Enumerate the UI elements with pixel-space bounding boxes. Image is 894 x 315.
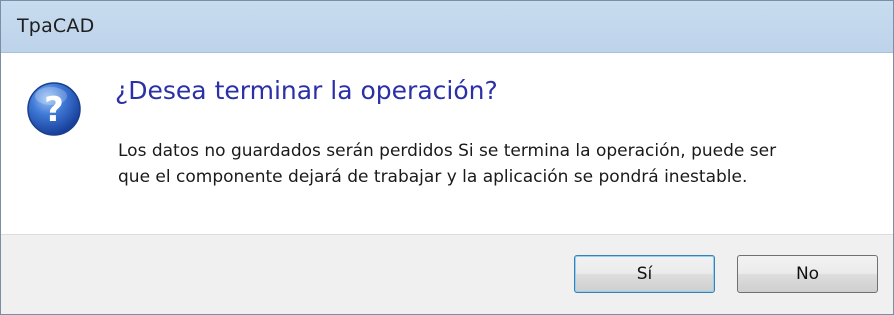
window-title: TpaCAD xyxy=(17,15,95,37)
button-bar: Sí No xyxy=(1,234,893,314)
no-button[interactable]: No xyxy=(737,255,878,293)
message-line: que el componente dejará de trabajar y l… xyxy=(118,167,748,187)
message-dialog: TpaCAD ? ¿Desea terminar la operación? L… xyxy=(0,0,894,315)
question-icon: ? xyxy=(27,82,81,136)
dialog-message: Los datos no guardados serán perdidos Si… xyxy=(118,138,878,190)
main-instruction: ¿Desea terminar la operación? xyxy=(115,76,498,105)
dialog-content: ? ¿Desea terminar la operación? Los dato… xyxy=(1,53,893,234)
yes-button[interactable]: Sí xyxy=(574,255,715,293)
title-bar[interactable]: TpaCAD xyxy=(1,1,893,53)
svg-text:?: ? xyxy=(44,90,64,130)
message-line: Los datos no guardados serán perdidos Si… xyxy=(118,141,777,161)
